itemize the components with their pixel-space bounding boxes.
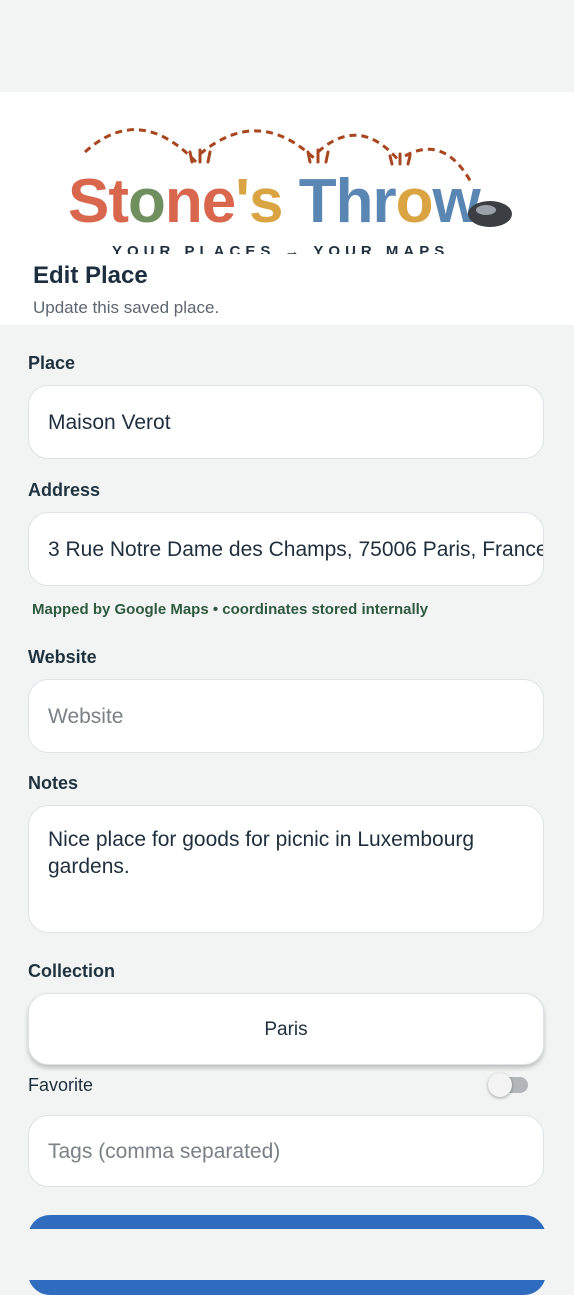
notes-label: Notes (28, 773, 79, 793)
logo-wordmark: Stone's Throw (68, 167, 481, 236)
notes-textarea[interactable]: Nice place for goods for picnic in Luxem… (28, 805, 544, 933)
status-bar (0, 0, 574, 92)
collection-select[interactable]: Paris (28, 993, 544, 1065)
header: Stone's Throw YOUR PLACES → YOUR MAPS Ed… (0, 92, 574, 325)
address-helper-text: Mapped by Google Maps • coordinates stor… (32, 601, 429, 618)
bottom-area (0, 1229, 574, 1280)
place-label: Place (28, 353, 76, 373)
favorite-toggle[interactable] (488, 1073, 530, 1097)
website-label: Website (28, 647, 97, 667)
toggle-thumb (488, 1073, 512, 1097)
place-input[interactable]: Maison Verot (28, 385, 544, 459)
address-input[interactable]: 3 Rue Notre Dame des Champs, 75006 Paris… (28, 512, 544, 586)
favorite-label: Favorite (28, 1075, 94, 1095)
page-title: Edit Place (33, 262, 148, 289)
stones-throw-logo: Stone's Throw YOUR PLACES → YOUR MAPS (68, 128, 512, 254)
logo-tagline: YOUR PLACES → YOUR MAPS (112, 243, 449, 254)
page-subtitle: Update this saved place. (33, 298, 220, 317)
address-label: Address (28, 480, 101, 500)
tags-input[interactable]: Tags (comma separated) (28, 1115, 544, 1187)
website-input[interactable]: Website (28, 679, 544, 753)
collection-label: Collection (28, 961, 116, 981)
